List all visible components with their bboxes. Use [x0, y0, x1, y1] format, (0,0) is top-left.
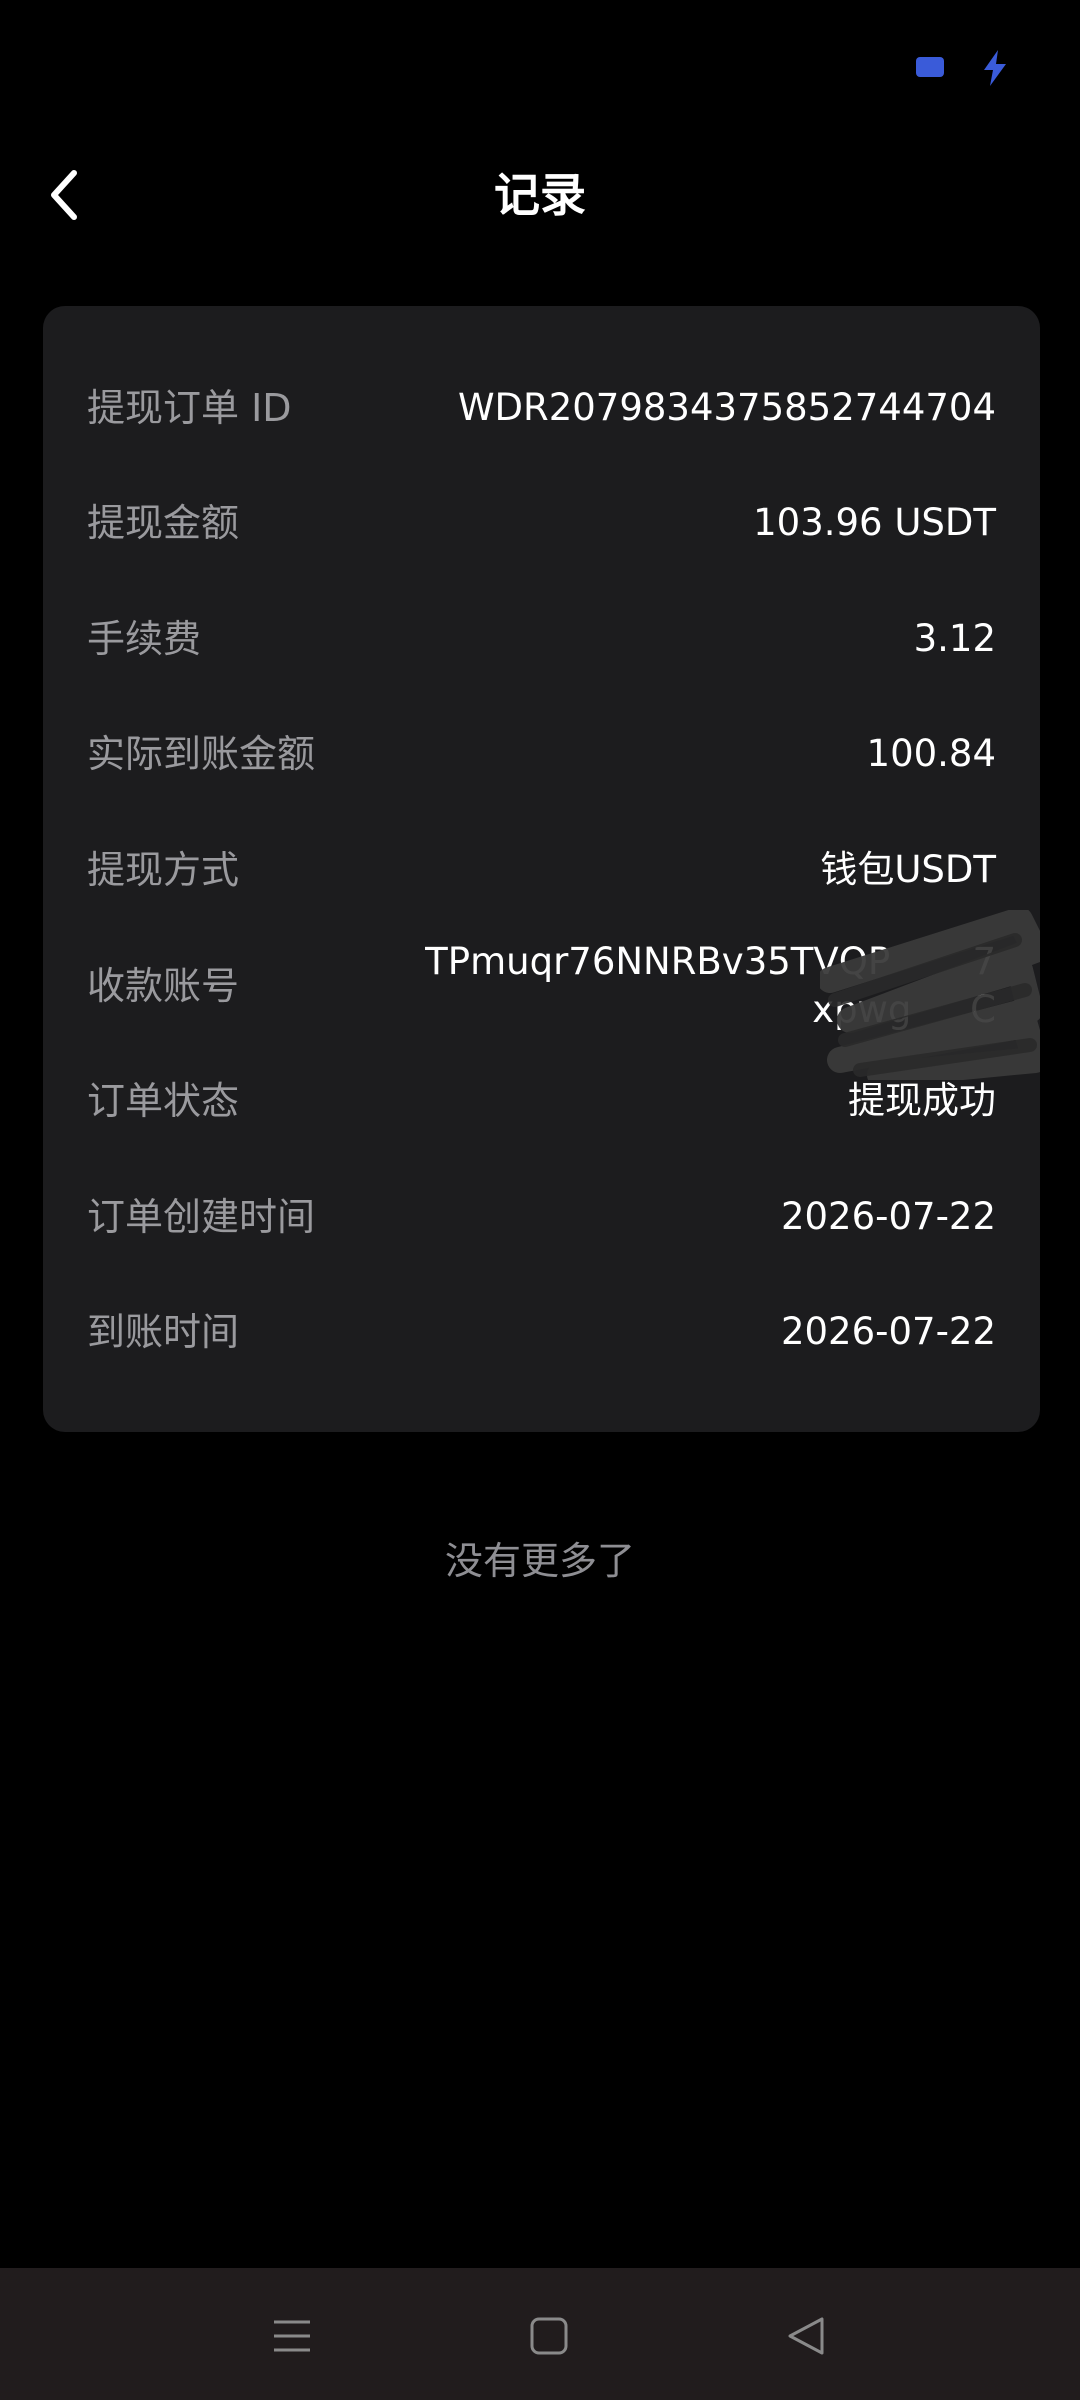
system-nav-bar: [0, 2268, 1080, 2400]
page-title: 记录: [494, 168, 586, 222]
row-withdraw-method: 提现方式 钱包USDT: [87, 835, 996, 905]
row-actual-amount: 实际到账金额 100.84: [87, 719, 996, 789]
charging-bolt-icon: [984, 50, 1006, 86]
redaction-scribble: [820, 910, 1040, 1080]
row-label: 实际到账金额: [87, 732, 316, 776]
top-bar: 记录: [0, 130, 1080, 260]
nav-back-button[interactable]: [766, 2296, 846, 2376]
home-button[interactable]: [509, 2296, 589, 2376]
row-fee: 手续费 3.12: [87, 604, 996, 674]
row-order-id: 提现订单 ID WDR2079834375852744704: [87, 373, 996, 443]
status-bar: [0, 0, 1080, 130]
back-triangle-icon: [788, 2317, 824, 2355]
withdrawal-record-card: 提现订单 ID WDR2079834375852744704 提现金额 103.…: [43, 306, 1040, 1432]
menu-button[interactable]: [252, 2296, 332, 2376]
row-label: 提现订单 ID: [87, 386, 292, 430]
home-square-icon: [530, 2317, 568, 2355]
row-value: WDR2079834375852744704: [457, 386, 996, 429]
row-label: 到账时间: [87, 1310, 240, 1354]
row-value: 2026-07-22: [780, 1195, 996, 1238]
row-label: 手续费: [87, 617, 202, 661]
battery-icon: [916, 57, 944, 77]
row-label: 收款账号: [87, 964, 240, 1008]
row-value: 103.96 USDT: [753, 501, 996, 544]
row-label: 提现金额: [87, 501, 240, 545]
row-arrival-time: 到账时间 2026-07-22: [87, 1297, 996, 1367]
row-value: 100.84: [866, 732, 996, 775]
row-label: 提现方式: [87, 848, 240, 892]
row-withdraw-amount: 提现金额 103.96 USDT: [87, 488, 996, 558]
row-created-time: 订单创建时间 2026-07-22: [87, 1182, 996, 1252]
row-value: 钱包USDT: [820, 848, 996, 891]
row-label: 订单创建时间: [87, 1195, 316, 1239]
row-label: 订单状态: [87, 1079, 240, 1123]
no-more-text: 没有更多了: [444, 1539, 635, 1583]
menu-icon: [274, 2320, 310, 2352]
row-value: 3.12: [913, 617, 996, 660]
row-value: 2026-07-22: [780, 1310, 996, 1353]
